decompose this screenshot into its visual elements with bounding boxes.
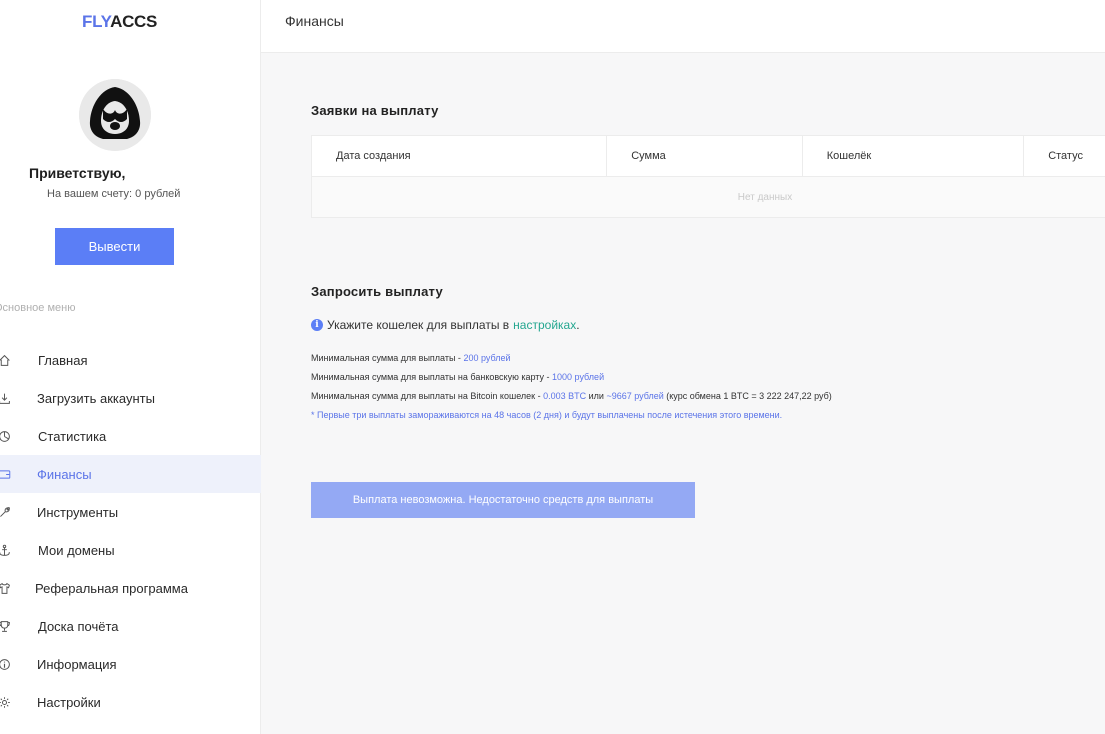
balance-text: На вашем счету: 0 рублей <box>47 188 181 200</box>
sidebar-item-home[interactable]: Главная <box>0 341 261 379</box>
avatar[interactable] <box>79 79 151 151</box>
home-icon <box>0 352 12 368</box>
table-header: Дата создания Сумма Кошелёк Статус <box>312 136 1105 177</box>
table-empty-row: Нет данных <box>312 177 1105 217</box>
payouts-section-title: Заявки на выплату <box>311 103 439 118</box>
sidebar-item-label: Доска почёта <box>38 618 119 634</box>
sidebar-item-upload[interactable]: Загрузить аккаунты <box>0 379 261 417</box>
request-section-title: Запросить выплату <box>311 284 443 299</box>
column-header-wallet[interactable]: Кошелёк <box>803 136 1025 176</box>
rule-min-card: Минимальная сумма для выплаты на банковс… <box>311 372 604 382</box>
user-avatar-icon <box>79 79 151 151</box>
wallet-icon <box>0 466 12 482</box>
rule-rub-amount: ~9667 рублей <box>606 391 664 401</box>
top-bar: Финансы <box>261 0 1105 53</box>
sidebar-item-tools[interactable]: Инструменты <box>0 493 261 531</box>
notice-text: Укажите кошелек для выплаты в <box>327 318 510 332</box>
rule-min-payout: Минимальная сумма для выплаты - 200 рубл… <box>311 353 511 363</box>
rule-text: Минимальная сумма для выплаты на банковс… <box>311 372 553 382</box>
sidebar-item-honor-board[interactable]: Доска почёта <box>0 607 261 645</box>
payouts-table: Дата создания Сумма Кошелёк Статус Нет д… <box>311 135 1105 218</box>
sidebar-item-label: Финансы <box>37 466 92 482</box>
rule-highlight: 1000 рублей <box>552 372 605 382</box>
sidebar-item-label: Инструменты <box>37 504 119 520</box>
trophy-icon <box>0 618 12 634</box>
anchor-icon <box>0 542 12 558</box>
sidebar-item-label: Мои домены <box>38 542 115 558</box>
rule-text: Минимальная сумма для выплаты на Bitcoin… <box>311 391 544 401</box>
sidebar-item-information[interactable]: Информация <box>0 645 261 683</box>
greeting: Приветствую, <box>29 165 126 181</box>
upload-icon <box>0 390 12 406</box>
sidebar-item-referral[interactable]: Реферальная программа <box>0 569 261 607</box>
settings-link[interactable]: настройках <box>513 318 576 332</box>
column-header-date[interactable]: Дата создания <box>312 136 608 176</box>
sidebar-item-label: Настройки <box>37 694 101 710</box>
info-circle-icon: i <box>311 319 323 331</box>
sidebar-item-finance[interactable]: Финансы <box>0 455 261 493</box>
info-icon <box>0 656 12 672</box>
gear-icon <box>0 694 12 710</box>
column-header-status[interactable]: Статус <box>1024 136 1105 176</box>
sidebar-item-label: Реферальная программа <box>35 580 188 596</box>
sidebar-item-domains[interactable]: Мои домены <box>0 531 261 569</box>
rule-rate: (курс обмена 1 BTC = 3 222 247,22 руб) <box>663 391 832 401</box>
sidebar-item-label: Главная <box>38 352 88 368</box>
logo-fly: FLY <box>82 12 111 31</box>
freeze-note: * Первые три выплаты замораживаются на 4… <box>311 410 783 420</box>
rule-text: Минимальная сумма для выплаты - <box>311 353 464 363</box>
sidebar-item-label: Информация <box>37 656 117 672</box>
request-payout-button[interactable]: Выплата невозможна. Недостаточно средств… <box>311 482 695 518</box>
shirt-icon <box>0 580 12 596</box>
rule-or: или <box>586 391 607 401</box>
sidebar-item-label: Загрузить аккаунты <box>37 390 155 406</box>
rule-btc-amount: 0.003 BTC <box>543 391 587 401</box>
main-menu: Главная Загрузить аккаунты Статистика Фи… <box>0 341 261 721</box>
menu-title: Основное меню <box>0 302 76 314</box>
sidebar: FLYACCS Приветствую, На вашем счету: 0 р… <box>0 0 261 734</box>
notice-end: . <box>576 318 580 332</box>
sidebar-item-label: Статистика <box>38 428 107 444</box>
rule-min-bitcoin: Минимальная сумма для выплаты на Bitcoin… <box>311 391 832 401</box>
page-title: Финансы <box>285 13 344 29</box>
empty-text: Нет данных <box>737 191 793 203</box>
logo-accs: ACCS <box>110 12 158 31</box>
wallet-notice: i Укажите кошелек для выплаты в настройк… <box>311 318 580 332</box>
main-content: Заявки на выплату Дата создания Сумма Ко… <box>261 54 1105 734</box>
chart-icon <box>0 428 12 444</box>
sidebar-item-settings[interactable]: Настройки <box>0 683 261 721</box>
rule-highlight: 200 рублей <box>463 353 511 363</box>
column-header-amount[interactable]: Сумма <box>607 136 803 176</box>
logo[interactable]: FLYACCS <box>82 12 157 32</box>
sidebar-item-statistics[interactable]: Статистика <box>0 417 261 455</box>
withdraw-button[interactable]: Вывести <box>55 228 174 265</box>
wrench-icon <box>0 504 12 520</box>
